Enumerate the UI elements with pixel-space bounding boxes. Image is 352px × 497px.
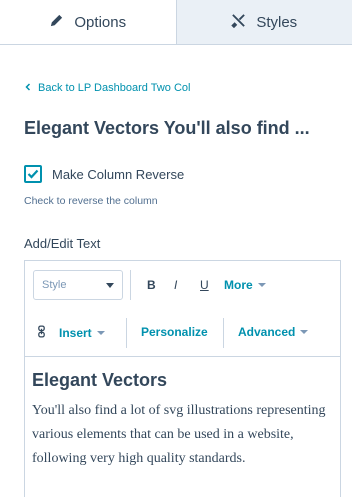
checkmark-icon xyxy=(27,169,39,179)
editor-content[interactable]: Elegant Vectors You'll also find a lot o… xyxy=(25,358,340,471)
brush-icon xyxy=(231,13,246,32)
link-icon xyxy=(37,325,46,341)
personalize-button[interactable]: Personalize xyxy=(141,325,208,339)
reverse-column-option: Make Column Reverse xyxy=(24,165,184,183)
back-link-label: Back to LP Dashboard Two Col xyxy=(38,82,191,94)
tab-styles[interactable]: Styles xyxy=(175,0,352,44)
rich-text-editor: Style B I U More Insert Personalize Adva… xyxy=(24,260,341,497)
editor-toolbar-row-1: Style B I U More xyxy=(25,261,340,309)
text-field-label: Add/Edit Text xyxy=(24,236,101,251)
module-title: Elegant Vectors You'll also find ... xyxy=(24,118,310,138)
reverse-column-label[interactable]: Make Column Reverse xyxy=(52,167,184,182)
toolbar-divider xyxy=(126,318,127,348)
style-select[interactable]: Style xyxy=(33,270,123,300)
editor-toolbar-row-2: Insert Personalize Advanced xyxy=(25,309,340,357)
italic-button[interactable]: I xyxy=(174,278,177,292)
insert-label: Insert xyxy=(59,326,92,340)
reverse-column-checkbox[interactable] xyxy=(24,165,42,183)
advanced-label: Advanced xyxy=(238,325,296,339)
chevron-down-icon xyxy=(106,283,114,288)
personalize-label: Personalize xyxy=(141,325,208,339)
style-select-value: Style xyxy=(42,279,67,291)
chevron-down-icon xyxy=(257,283,266,287)
insert-menu-button[interactable]: Insert xyxy=(37,325,105,341)
back-link[interactable]: Back to LP Dashboard Two Col xyxy=(24,82,190,94)
toolbar-divider xyxy=(130,270,131,300)
chevron-down-icon xyxy=(96,331,105,335)
reverse-column-help: Check to reverse the column xyxy=(24,195,158,207)
chevron-down-icon xyxy=(300,330,309,334)
advanced-menu-button[interactable]: Advanced xyxy=(238,325,309,339)
more-label: More xyxy=(224,278,253,292)
chevron-left-icon xyxy=(24,82,32,94)
tab-styles-label: Styles xyxy=(256,13,298,31)
more-menu-button[interactable]: More xyxy=(224,278,266,292)
bold-button[interactable]: B xyxy=(147,278,156,292)
content-heading: Elegant Vectors xyxy=(32,370,168,390)
tab-bar: Options Styles xyxy=(0,0,352,45)
tab-options-label: Options xyxy=(74,13,127,31)
content-paragraph: You'll also find a lot of svg illustrati… xyxy=(32,403,326,466)
toolbar-divider xyxy=(223,318,224,348)
tab-options[interactable]: Options xyxy=(0,0,176,44)
underline-button[interactable]: U xyxy=(200,278,209,292)
pencil-icon xyxy=(49,13,64,32)
